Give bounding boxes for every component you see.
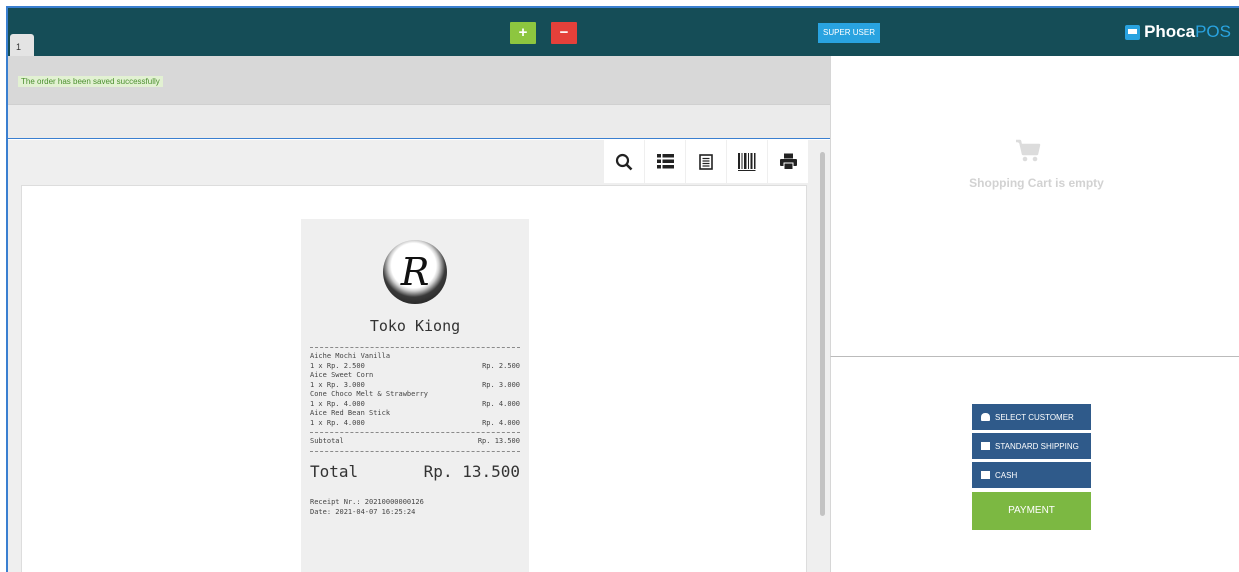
- item-name: Aice Red Bean Stick: [310, 409, 391, 417]
- cart-empty-text: Shopping Cart is empty: [969, 176, 1104, 190]
- standard-shipping-label: STANDARD SHIPPING: [995, 441, 1079, 451]
- logo-text-pos: POS: [1195, 22, 1231, 41]
- item-amount: Rp. 4.000: [482, 399, 520, 408]
- remove-ticket-button[interactable]: −: [551, 22, 577, 44]
- credit-card-icon: [981, 471, 990, 479]
- total-row: Total Rp. 13.500: [310, 462, 520, 481]
- total-label: Total: [310, 461, 359, 481]
- subtotal-row: Subtotal Rp. 13.500: [310, 437, 520, 447]
- total-value: Rp. 13.500: [423, 461, 520, 481]
- list-icon: [656, 154, 674, 169]
- checkout-panel: SELECT CUSTOMER STANDARD SHIPPING CASH P…: [830, 356, 1239, 572]
- divider: [310, 450, 520, 452]
- receipt-items: Aiche Mochi Vanilla 1 x Rp. 2.500 Rp. 2.…: [310, 352, 520, 428]
- shopping-cart-icon: [1016, 139, 1041, 162]
- item-line: 1 x Rp. 4.000 Rp. 4.000: [310, 419, 520, 429]
- receipt-scrollbar[interactable]: [820, 152, 825, 516]
- receipt-footer: Receipt Nr.: 20210000000126 Date: 2021-0…: [310, 497, 520, 517]
- item-line: 1 x Rp. 3.000 Rp. 3.000: [310, 381, 520, 391]
- item-line: 1 x Rp. 4.000 Rp. 4.000: [310, 400, 520, 410]
- item-line: 1 x Rp. 2.500 Rp. 2.500: [310, 362, 520, 372]
- receipt: R Toko Kiong Aiche Mochi Vanilla 1 x Rp.…: [301, 219, 529, 572]
- barcode-button[interactable]: [727, 140, 767, 183]
- subtotal-label: Subtotal: [310, 437, 344, 445]
- receipt-date: Date: 2021-04-07 16:25:24: [310, 507, 416, 516]
- item-qty-price: 1 x Rp. 4.000: [310, 418, 365, 427]
- add-ticket-button[interactable]: +: [510, 22, 536, 44]
- barcode-icon: [981, 442, 990, 450]
- order-tab-1[interactable]: 1: [10, 34, 34, 57]
- receipt-number: Receipt Nr.: 20210000000126: [310, 497, 424, 506]
- payment-button[interactable]: PAYMENT: [972, 492, 1091, 530]
- select-customer-label: SELECT CUSTOMER: [995, 412, 1074, 422]
- standard-shipping-button[interactable]: STANDARD SHIPPING: [972, 433, 1091, 459]
- receipt-toolbar: [604, 140, 809, 183]
- subtotal-value: Rp. 13.500: [477, 437, 520, 445]
- receipt-area: R Toko Kiong Aiche Mochi Vanilla 1 x Rp.…: [8, 140, 830, 572]
- search-icon: [615, 153, 633, 170]
- barcode-icon: [738, 152, 756, 171]
- store-name: Toko Kiong: [369, 317, 461, 335]
- user-icon: [981, 413, 990, 421]
- cash-button[interactable]: CASH: [972, 462, 1091, 488]
- message-area: The order has been saved successfully: [8, 56, 830, 104]
- logo-cart-icon: [1125, 24, 1141, 40]
- receipt-view-button[interactable]: [686, 140, 726, 183]
- info-bar: [8, 104, 830, 139]
- print-button[interactable]: [768, 140, 808, 183]
- item-amount: Rp. 4.000: [482, 418, 520, 427]
- item-qty-price: 1 x Rp. 3.000: [310, 380, 365, 389]
- receipt-icon: [699, 153, 713, 170]
- print-icon: [779, 153, 797, 170]
- shopping-cart-panel: Shopping Cart is empty: [830, 56, 1239, 356]
- list-view-button[interactable]: [645, 140, 685, 183]
- divider: [310, 347, 520, 348]
- super-user-button[interactable]: SUPER USER: [818, 23, 880, 43]
- receipt-paper: R Toko Kiong Aiche Mochi Vanilla 1 x Rp.…: [21, 185, 807, 572]
- app-frame: 1 + − SUPER USER Phoca POS The order has…: [6, 6, 1239, 572]
- item-amount: Rp. 2.500: [482, 361, 520, 370]
- phocapos-logo: Phoca POS: [1125, 21, 1231, 43]
- select-customer-button[interactable]: SELECT CUSTOMER: [972, 404, 1091, 430]
- store-logo: R: [383, 240, 447, 304]
- top-bar: 1 + − SUPER USER Phoca POS: [8, 8, 1239, 57]
- success-message: The order has been saved successfully: [18, 76, 163, 87]
- search-button[interactable]: [604, 140, 644, 183]
- item-name: Aice Sweet Corn: [310, 371, 374, 379]
- logo-text-phoca: Phoca: [1144, 22, 1196, 41]
- item-amount: Rp. 3.000: [482, 380, 520, 389]
- item-qty-price: 1 x Rp. 4.000: [310, 399, 365, 408]
- item-qty-price: 1 x Rp. 2.500: [310, 361, 365, 370]
- item-name: Cone Choco Melt & Strawberry: [310, 390, 429, 398]
- item-name: Aiche Mochi Vanilla: [310, 352, 391, 360]
- cash-label: CASH: [995, 470, 1018, 480]
- divider: [310, 432, 520, 433]
